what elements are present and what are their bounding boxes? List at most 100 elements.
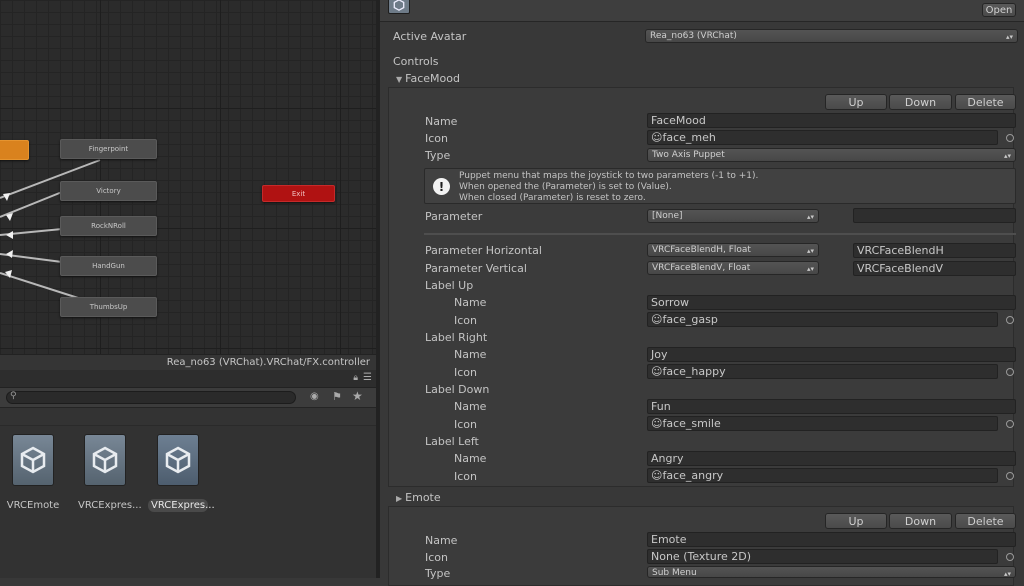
parameter-value-field[interactable] — [853, 208, 1016, 223]
label-left-icon-field[interactable]: ☺face_angry — [647, 468, 998, 483]
favorite-star-icon[interactable]: ★ — [352, 389, 363, 403]
object-picker-icon[interactable] — [1006, 368, 1014, 376]
controls-label: Controls — [393, 55, 439, 68]
help-text: Puppet menu that maps the joystick to tw… — [459, 171, 759, 203]
filter-type-icon[interactable]: ◉ — [310, 391, 319, 402]
breadcrumb — [0, 408, 376, 426]
object-picker-icon[interactable] — [1006, 420, 1014, 428]
label-up-icon-label: Icon — [454, 314, 477, 327]
dropdown-arrow-icon: ▴▾ — [1005, 33, 1013, 41]
state-node-victory[interactable]: Victory — [60, 181, 157, 201]
asset-label: VRCEmote — [6, 500, 60, 511]
help-box: ! Puppet menu that maps the joystick to … — [424, 168, 1016, 204]
project-tabbar: 🔒︎ ☰ — [0, 370, 376, 388]
label-left-name-field[interactable]: Angry — [647, 451, 1016, 466]
dropdown-arrow-icon: ▴▾ — [1003, 152, 1011, 160]
label-up-name-field[interactable]: Sorrow — [647, 295, 1016, 310]
label-down-heading: Label Down — [425, 383, 490, 396]
parameter-horizontal-dropdown[interactable]: VRCFaceBlendH, Float ▴▾ — [647, 243, 819, 257]
up-button[interactable]: Up — [825, 94, 887, 110]
unity-logo-icon — [388, 0, 410, 14]
search-icon: ⚲ — [10, 391, 17, 401]
asset-label: VRCExpres... — [78, 500, 142, 511]
name-label: Name — [425, 534, 458, 547]
dropdown-arrow-icon: ▴▾ — [1003, 570, 1011, 578]
state-node-orange[interactable] — [0, 140, 29, 160]
state-node-handgun[interactable]: HandGun — [60, 256, 157, 276]
texture-icon: ☺ — [651, 131, 663, 144]
label-tag-icon[interactable]: ⚑ — [332, 390, 342, 403]
label-down-icon-label: Icon — [454, 418, 477, 431]
separator — [424, 233, 1016, 235]
object-picker-icon[interactable] — [1006, 553, 1014, 561]
texture-icon: ☺ — [651, 313, 663, 326]
transition-lines — [0, 159, 101, 306]
parameter-vertical-field[interactable]: VRCFaceBlendV — [853, 261, 1016, 276]
object-picker-icon[interactable] — [1006, 316, 1014, 324]
label-left-icon-label: Icon — [454, 470, 477, 483]
dropdown-arrow-icon: ▴▾ — [806, 213, 814, 221]
texture-icon: ☺ — [651, 469, 663, 482]
open-button[interactable]: Open — [982, 3, 1016, 17]
lock-icon[interactable]: 🔒︎ — [353, 373, 358, 383]
type-dropdown[interactable]: Two Axis Puppet ▴▾ — [647, 148, 1016, 162]
label-down-name-field[interactable]: Fun — [647, 399, 1016, 414]
asset-vrcexpressions-1[interactable]: VRCExpres... — [75, 434, 142, 512]
up-button[interactable]: Up — [825, 513, 887, 529]
triangle-down-icon: ▼ — [396, 75, 403, 84]
label-left-heading: Label Left — [425, 435, 479, 448]
icon-field[interactable]: ☺face_meh — [647, 130, 998, 145]
label-up-name-label: Name — [454, 296, 487, 309]
label-up-heading: Label Up — [425, 279, 474, 292]
object-picker-icon[interactable] — [1006, 134, 1014, 142]
parameter-horizontal-field[interactable]: VRCFaceBlendH — [853, 243, 1016, 258]
label-up-icon-field[interactable]: ☺face_gasp — [647, 312, 998, 327]
exit-node[interactable]: Exit — [262, 185, 335, 202]
parameter-horizontal-label: Parameter Horizontal — [425, 244, 542, 257]
parameter-dropdown[interactable]: [None] ▴▾ — [647, 209, 819, 223]
menu-icon[interactable]: ☰ — [363, 372, 372, 383]
state-node-thumbsup[interactable]: ThumbsUp — [60, 297, 157, 317]
icon-label: Icon — [425, 551, 448, 564]
label-right-icon-field[interactable]: ☺face_happy — [647, 364, 998, 379]
name-field[interactable]: FaceMood — [647, 113, 1016, 128]
label-right-name-field[interactable]: Joy — [647, 347, 1016, 362]
type-label: Type — [425, 149, 451, 162]
project-toolbar: ⚲ ◉ ⚑ ★ — [0, 388, 376, 408]
delete-button[interactable]: Delete — [955, 94, 1016, 110]
inspector-header: Open — [380, 0, 1024, 22]
label-right-name-label: Name — [454, 348, 487, 361]
delete-button[interactable]: Delete — [955, 513, 1016, 529]
state-node-fingerpoint[interactable]: Fingerpoint — [60, 139, 157, 159]
active-avatar-label: Active Avatar — [393, 30, 467, 43]
down-button[interactable]: Down — [889, 513, 952, 529]
icon-label: Icon — [425, 132, 448, 145]
texture-icon: ☺ — [651, 365, 663, 378]
parameter-vertical-label: Parameter Vertical — [425, 262, 527, 275]
label-left-name-label: Name — [454, 452, 487, 465]
unity-asset-icon — [84, 434, 126, 486]
active-avatar-dropdown[interactable]: Rea_no63 (VRChat) ▴▾ — [645, 29, 1018, 43]
unity-asset-icon — [12, 434, 54, 486]
controller-path: Rea_no63 (VRChat).VRChat/FX.controller — [0, 354, 376, 370]
type-dropdown[interactable]: Sub Menu ▴▾ — [647, 566, 1016, 578]
parameter-label: Parameter — [425, 210, 483, 223]
foldout-emote[interactable]: ▶ Emote — [396, 491, 441, 504]
search-input[interactable]: ⚲ — [6, 391, 296, 404]
foldout-facemood[interactable]: ▼ FaceMood — [396, 72, 460, 85]
name-field[interactable]: Emote — [647, 532, 1016, 547]
down-button[interactable]: Down — [889, 94, 952, 110]
asset-vrcemote[interactable]: VRCEmote — [3, 434, 63, 512]
state-node-rocknroll[interactable]: RockNRoll — [60, 216, 157, 236]
label-right-heading: Label Right — [425, 331, 488, 344]
animator-graph[interactable]: Fingerpoint Victory RockNRoll HandGun Th… — [0, 0, 376, 356]
asset-vrcexpressions-2[interactable]: VRCExpres... — [148, 434, 215, 512]
icon-field[interactable]: None (Texture 2D) — [647, 549, 998, 564]
dropdown-arrow-icon: ▴▾ — [806, 247, 814, 255]
parameter-vertical-dropdown[interactable]: VRCFaceBlendV, Float ▴▾ — [647, 261, 819, 275]
asset-label: VRCExpres... — [148, 499, 215, 512]
label-down-icon-field[interactable]: ☺face_smile — [647, 416, 998, 431]
triangle-right-icon: ▶ — [396, 494, 403, 503]
label-right-icon-label: Icon — [454, 366, 477, 379]
object-picker-icon[interactable] — [1006, 472, 1014, 480]
